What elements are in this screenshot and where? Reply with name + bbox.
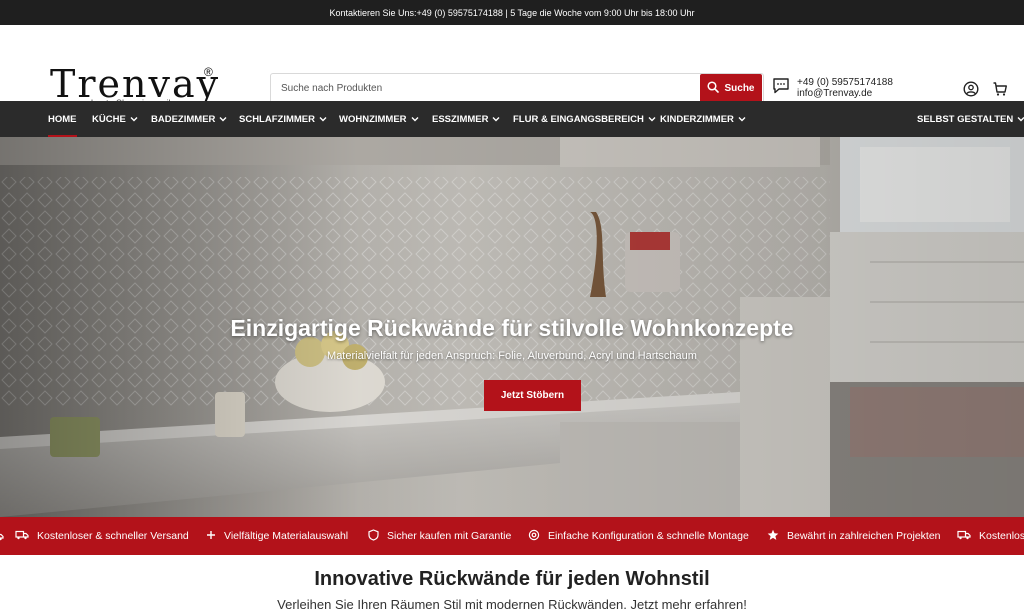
search-bar: Suche [270,73,764,104]
plus-icon [206,530,216,543]
nav-item-label: SELBST GESTALTEN [917,113,1014,125]
chevron-down-icon [219,114,227,125]
nav-item-label: ESSZIMMER [432,113,489,125]
nav-item-label: SCHLAFZIMMER [239,113,315,125]
hero-subtitle: Materialvielfalt für jeden Anspruch: Fol… [327,350,697,362]
registered-mark: ® [204,65,213,79]
nav-item-wohnzimmer[interactable]: WOHNZIMMER [339,101,419,137]
settings-icon [528,529,540,544]
benefits-ticker: Kostenloser & schneller Versand Vielfält… [0,517,1024,555]
nav-item-home[interactable]: HOME [48,101,77,137]
hero-cta-button[interactable]: Jetzt Stöbern [484,380,581,411]
ticker-item-label: Kostenlos [979,530,1024,542]
ticker-item: Kostenlos [957,517,1024,555]
chevron-down-icon [1017,114,1024,125]
site-header: Trenvay ® bunte Shoppingmeile Suche +49 … [0,25,1024,108]
chevron-down-icon [492,114,500,125]
star-icon [767,529,779,544]
chat-icon [772,77,790,99]
section-title: Innovative Rückwände für jeden Wohnstil [314,568,710,590]
ticker-item-label: Einfache Konfiguration & schnelle Montag… [548,530,749,542]
nav-item-badezimmer[interactable]: BADEZIMMER [151,101,227,137]
nav-item-kinderzimmer[interactable]: KINDERZIMMER [660,101,746,137]
nav-item-esszimmer[interactable]: ESSZIMMER [432,101,500,137]
chevron-down-icon [319,114,327,125]
ticker-item: Bewährt in zahlreichen Projekten [767,517,941,555]
truck-icon [15,530,29,543]
search-icon [707,81,720,96]
contact-email: info@Trenvay.de [797,88,873,99]
top-announcement-bar: Kontaktieren Sie Uns:+49 (0) 59575174188… [0,0,1024,25]
contact-hours-text: Kontaktieren Sie Uns:+49 (0) 59575174188… [329,7,695,18]
chevron-down-icon [648,114,656,125]
chevron-down-icon [738,114,746,125]
ticker-item: Sicher kaufen mit Garantie [368,517,511,555]
nav-item-label: FLUR & EINGANGSBEREICH [513,113,644,125]
nav-item-schlafzimmer[interactable]: SCHLAFZIMMER [239,101,327,137]
main-navigation: HOME KÜCHE BADEZIMMER SCHLAFZIMMER WOHNZ… [0,101,1024,137]
nav-item-label: WOHNZIMMER [339,113,407,125]
search-button[interactable]: Suche [700,74,762,103]
cart-icon[interactable] [991,80,1009,98]
contact-info[interactable]: +49 (0) 59575174188 info@Trenvay.de [772,77,893,99]
nav-item-label: KINDERZIMMER [660,113,734,125]
nav-item-selbst-gestalten[interactable]: SELBST GESTALTEN [917,101,1024,137]
nav-item-flur-eingangsbereich[interactable]: FLUR & EINGANGSBEREICH [513,101,656,137]
user-icon[interactable] [962,80,980,98]
hero-title: Einzigartige Rückwände für stilvolle Woh… [230,315,794,341]
ticker-item-label: Sicher kaufen mit Garantie [387,530,512,542]
nav-item-label: KÜCHE [92,113,126,125]
section-subtitle: Verleihen Sie Ihren Räumen Stil mit mode… [277,597,747,612]
chevron-down-icon [130,114,138,125]
nav-item-label: BADEZIMMER [151,113,216,125]
ticker-item-label: Vielfältige Materialauswahl [224,530,349,542]
contact-phone: +49 (0) 59575174188 [797,77,893,88]
nav-item-label: HOME [48,113,77,125]
ticker-item: Vielfältige Materialauswahl [206,517,348,555]
nav-item-kueche[interactable]: KÜCHE [92,101,138,137]
ticker-item: Kostenloser & schneller Versand [15,517,189,555]
search-button-label: Suche [724,83,755,94]
ticker-item-label: Kostenloser & schneller Versand [37,530,189,542]
ticker-item-label: Bewährt in zahlreichen Projekten [787,530,941,542]
shield-icon [368,528,379,544]
ticker-item: Einfache Konfiguration & schnelle Montag… [528,517,749,555]
truck-icon [957,530,971,543]
truck-icon [0,517,4,555]
chevron-down-icon [411,114,419,125]
search-input[interactable] [271,74,700,103]
hero-banner: Einzigartige Rückwände für stilvolle Woh… [0,137,1024,517]
